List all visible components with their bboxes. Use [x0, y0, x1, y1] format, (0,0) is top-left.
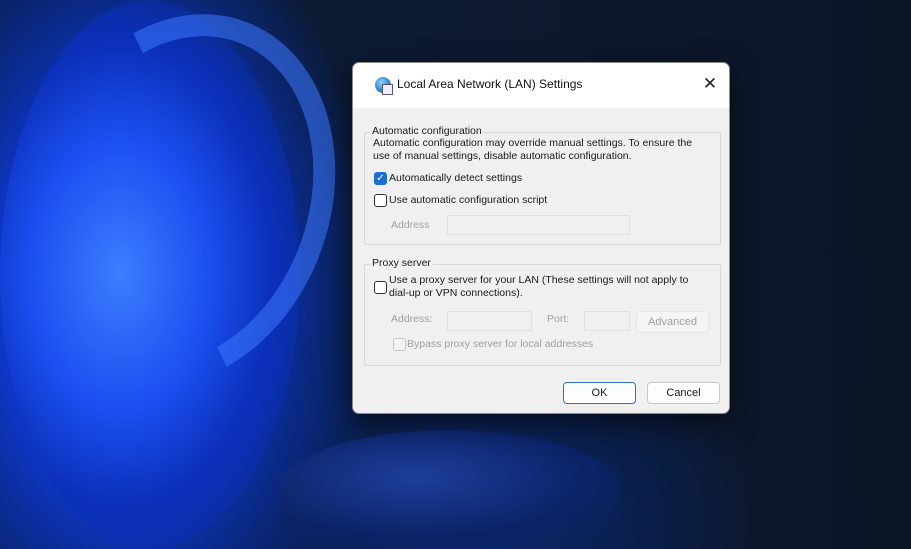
group-label: Proxy server	[370, 257, 433, 269]
auto-config-description-2: use of manual settings, disable automati…	[373, 150, 632, 162]
use-script-checkbox[interactable]	[374, 194, 387, 207]
proxy-port-input[interactable]	[584, 311, 630, 331]
title-bar[interactable]: Local Area Network (LAN) Settings ✕	[353, 63, 729, 108]
use-proxy-label[interactable]: Use a proxy server for your LAN (These s…	[389, 274, 688, 286]
use-script-label[interactable]: Use automatic configuration script	[389, 194, 547, 206]
close-icon[interactable]: ✕	[699, 73, 721, 95]
use-proxy-checkbox[interactable]	[374, 281, 387, 294]
script-address-label: Address	[391, 219, 430, 231]
wallpaper-petal	[280, 430, 620, 549]
cancel-button[interactable]: Cancel	[647, 382, 720, 404]
wallpaper-petal	[0, 0, 386, 430]
proxy-address-label: Address:	[391, 313, 433, 325]
wallpaper-bloom	[0, 0, 300, 549]
auto-detect-label[interactable]: Automatically detect settings	[389, 172, 522, 184]
script-address-input[interactable]	[447, 215, 630, 235]
auto-config-description: Automatic configuration may override man…	[373, 137, 693, 149]
lan-settings-dialog: Local Area Network (LAN) Settings ✕ Auto…	[352, 62, 730, 414]
globe-network-icon	[375, 77, 393, 95]
use-proxy-label-2[interactable]: dial-up or VPN connections).	[389, 287, 523, 299]
advanced-button[interactable]: Advanced	[636, 311, 709, 333]
proxy-address-input[interactable]	[447, 311, 532, 331]
bypass-local-checkbox[interactable]	[393, 338, 406, 351]
bypass-local-label[interactable]: Bypass proxy server for local addresses	[407, 338, 593, 350]
auto-detect-checkbox[interactable]: ✓	[374, 172, 387, 185]
proxy-port-label: Port:	[547, 313, 570, 325]
dialog-title: Local Area Network (LAN) Settings	[397, 77, 583, 91]
group-label: Automatic configuration	[370, 125, 484, 137]
ok-button[interactable]: OK	[563, 382, 636, 404]
